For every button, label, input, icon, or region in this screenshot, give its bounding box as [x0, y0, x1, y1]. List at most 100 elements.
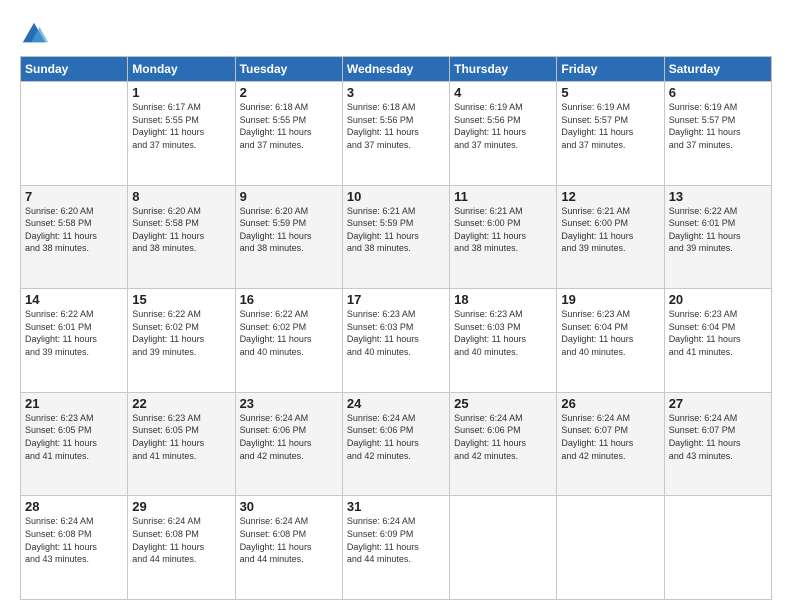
- day-info: Sunrise: 6:17 AMSunset: 5:55 PMDaylight:…: [132, 101, 230, 151]
- day-info: Sunrise: 6:23 AMSunset: 6:05 PMDaylight:…: [132, 412, 230, 462]
- weekday-header-saturday: Saturday: [664, 57, 771, 82]
- day-number: 28: [25, 499, 123, 514]
- calendar-cell: 21Sunrise: 6:23 AMSunset: 6:05 PMDayligh…: [21, 392, 128, 496]
- weekday-header-row: SundayMondayTuesdayWednesdayThursdayFrid…: [21, 57, 772, 82]
- day-info: Sunrise: 6:22 AMSunset: 6:01 PMDaylight:…: [25, 308, 123, 358]
- day-info: Sunrise: 6:22 AMSunset: 6:01 PMDaylight:…: [669, 205, 767, 255]
- day-number: 16: [240, 292, 338, 307]
- day-number: 23: [240, 396, 338, 411]
- day-info: Sunrise: 6:21 AMSunset: 6:00 PMDaylight:…: [561, 205, 659, 255]
- day-info: Sunrise: 6:18 AMSunset: 5:56 PMDaylight:…: [347, 101, 445, 151]
- calendar-week-row: 1Sunrise: 6:17 AMSunset: 5:55 PMDaylight…: [21, 82, 772, 186]
- day-info: Sunrise: 6:21 AMSunset: 6:00 PMDaylight:…: [454, 205, 552, 255]
- day-number: 8: [132, 189, 230, 204]
- day-info: Sunrise: 6:24 AMSunset: 6:07 PMDaylight:…: [669, 412, 767, 462]
- weekday-header-sunday: Sunday: [21, 57, 128, 82]
- day-info: Sunrise: 6:24 AMSunset: 6:08 PMDaylight:…: [240, 515, 338, 565]
- day-info: Sunrise: 6:20 AMSunset: 5:59 PMDaylight:…: [240, 205, 338, 255]
- day-info: Sunrise: 6:19 AMSunset: 5:57 PMDaylight:…: [561, 101, 659, 151]
- day-info: Sunrise: 6:24 AMSunset: 6:08 PMDaylight:…: [25, 515, 123, 565]
- calendar-cell: 24Sunrise: 6:24 AMSunset: 6:06 PMDayligh…: [342, 392, 449, 496]
- header: [20, 16, 772, 48]
- day-info: Sunrise: 6:23 AMSunset: 6:04 PMDaylight:…: [669, 308, 767, 358]
- calendar-cell: 27Sunrise: 6:24 AMSunset: 6:07 PMDayligh…: [664, 392, 771, 496]
- day-info: Sunrise: 6:23 AMSunset: 6:05 PMDaylight:…: [25, 412, 123, 462]
- calendar: SundayMondayTuesdayWednesdayThursdayFrid…: [20, 56, 772, 600]
- calendar-week-row: 21Sunrise: 6:23 AMSunset: 6:05 PMDayligh…: [21, 392, 772, 496]
- calendar-cell: 23Sunrise: 6:24 AMSunset: 6:06 PMDayligh…: [235, 392, 342, 496]
- day-info: Sunrise: 6:24 AMSunset: 6:08 PMDaylight:…: [132, 515, 230, 565]
- day-number: 12: [561, 189, 659, 204]
- calendar-cell: 22Sunrise: 6:23 AMSunset: 6:05 PMDayligh…: [128, 392, 235, 496]
- calendar-cell: 5Sunrise: 6:19 AMSunset: 5:57 PMDaylight…: [557, 82, 664, 186]
- calendar-cell: 12Sunrise: 6:21 AMSunset: 6:00 PMDayligh…: [557, 185, 664, 289]
- calendar-cell: 2Sunrise: 6:18 AMSunset: 5:55 PMDaylight…: [235, 82, 342, 186]
- day-number: 15: [132, 292, 230, 307]
- day-number: 4: [454, 85, 552, 100]
- calendar-cell: 4Sunrise: 6:19 AMSunset: 5:56 PMDaylight…: [450, 82, 557, 186]
- calendar-cell: 17Sunrise: 6:23 AMSunset: 6:03 PMDayligh…: [342, 289, 449, 393]
- calendar-cell: 7Sunrise: 6:20 AMSunset: 5:58 PMDaylight…: [21, 185, 128, 289]
- weekday-header-wednesday: Wednesday: [342, 57, 449, 82]
- day-info: Sunrise: 6:22 AMSunset: 6:02 PMDaylight:…: [240, 308, 338, 358]
- weekday-header-tuesday: Tuesday: [235, 57, 342, 82]
- day-number: 10: [347, 189, 445, 204]
- calendar-cell: 30Sunrise: 6:24 AMSunset: 6:08 PMDayligh…: [235, 496, 342, 600]
- weekday-header-thursday: Thursday: [450, 57, 557, 82]
- calendar-week-row: 14Sunrise: 6:22 AMSunset: 6:01 PMDayligh…: [21, 289, 772, 393]
- day-number: 29: [132, 499, 230, 514]
- calendar-cell: [21, 82, 128, 186]
- day-info: Sunrise: 6:23 AMSunset: 6:04 PMDaylight:…: [561, 308, 659, 358]
- day-number: 1: [132, 85, 230, 100]
- calendar-cell: [664, 496, 771, 600]
- day-info: Sunrise: 6:24 AMSunset: 6:06 PMDaylight:…: [240, 412, 338, 462]
- calendar-cell: 20Sunrise: 6:23 AMSunset: 6:04 PMDayligh…: [664, 289, 771, 393]
- calendar-cell: 8Sunrise: 6:20 AMSunset: 5:58 PMDaylight…: [128, 185, 235, 289]
- day-number: 22: [132, 396, 230, 411]
- calendar-cell: 3Sunrise: 6:18 AMSunset: 5:56 PMDaylight…: [342, 82, 449, 186]
- day-number: 27: [669, 396, 767, 411]
- day-number: 7: [25, 189, 123, 204]
- day-number: 2: [240, 85, 338, 100]
- day-info: Sunrise: 6:22 AMSunset: 6:02 PMDaylight:…: [132, 308, 230, 358]
- calendar-cell: 9Sunrise: 6:20 AMSunset: 5:59 PMDaylight…: [235, 185, 342, 289]
- day-number: 11: [454, 189, 552, 204]
- day-info: Sunrise: 6:20 AMSunset: 5:58 PMDaylight:…: [132, 205, 230, 255]
- day-number: 25: [454, 396, 552, 411]
- day-number: 5: [561, 85, 659, 100]
- weekday-header-monday: Monday: [128, 57, 235, 82]
- calendar-cell: 19Sunrise: 6:23 AMSunset: 6:04 PMDayligh…: [557, 289, 664, 393]
- day-number: 19: [561, 292, 659, 307]
- day-number: 17: [347, 292, 445, 307]
- day-number: 26: [561, 396, 659, 411]
- day-info: Sunrise: 6:23 AMSunset: 6:03 PMDaylight:…: [347, 308, 445, 358]
- day-number: 20: [669, 292, 767, 307]
- day-info: Sunrise: 6:19 AMSunset: 5:57 PMDaylight:…: [669, 101, 767, 151]
- weekday-header-friday: Friday: [557, 57, 664, 82]
- calendar-cell: 6Sunrise: 6:19 AMSunset: 5:57 PMDaylight…: [664, 82, 771, 186]
- day-number: 6: [669, 85, 767, 100]
- calendar-cell: [557, 496, 664, 600]
- day-info: Sunrise: 6:24 AMSunset: 6:09 PMDaylight:…: [347, 515, 445, 565]
- day-number: 18: [454, 292, 552, 307]
- calendar-cell: 28Sunrise: 6:24 AMSunset: 6:08 PMDayligh…: [21, 496, 128, 600]
- day-number: 14: [25, 292, 123, 307]
- calendar-cell: 18Sunrise: 6:23 AMSunset: 6:03 PMDayligh…: [450, 289, 557, 393]
- day-number: 13: [669, 189, 767, 204]
- calendar-cell: 13Sunrise: 6:22 AMSunset: 6:01 PMDayligh…: [664, 185, 771, 289]
- calendar-cell: 16Sunrise: 6:22 AMSunset: 6:02 PMDayligh…: [235, 289, 342, 393]
- day-info: Sunrise: 6:19 AMSunset: 5:56 PMDaylight:…: [454, 101, 552, 151]
- day-info: Sunrise: 6:21 AMSunset: 5:59 PMDaylight:…: [347, 205, 445, 255]
- calendar-cell: 10Sunrise: 6:21 AMSunset: 5:59 PMDayligh…: [342, 185, 449, 289]
- day-info: Sunrise: 6:24 AMSunset: 6:07 PMDaylight:…: [561, 412, 659, 462]
- calendar-week-row: 7Sunrise: 6:20 AMSunset: 5:58 PMDaylight…: [21, 185, 772, 289]
- calendar-cell: 11Sunrise: 6:21 AMSunset: 6:00 PMDayligh…: [450, 185, 557, 289]
- calendar-cell: 31Sunrise: 6:24 AMSunset: 6:09 PMDayligh…: [342, 496, 449, 600]
- day-number: 24: [347, 396, 445, 411]
- day-number: 21: [25, 396, 123, 411]
- day-number: 30: [240, 499, 338, 514]
- day-number: 9: [240, 189, 338, 204]
- calendar-cell: 25Sunrise: 6:24 AMSunset: 6:06 PMDayligh…: [450, 392, 557, 496]
- calendar-cell: 14Sunrise: 6:22 AMSunset: 6:01 PMDayligh…: [21, 289, 128, 393]
- day-info: Sunrise: 6:20 AMSunset: 5:58 PMDaylight:…: [25, 205, 123, 255]
